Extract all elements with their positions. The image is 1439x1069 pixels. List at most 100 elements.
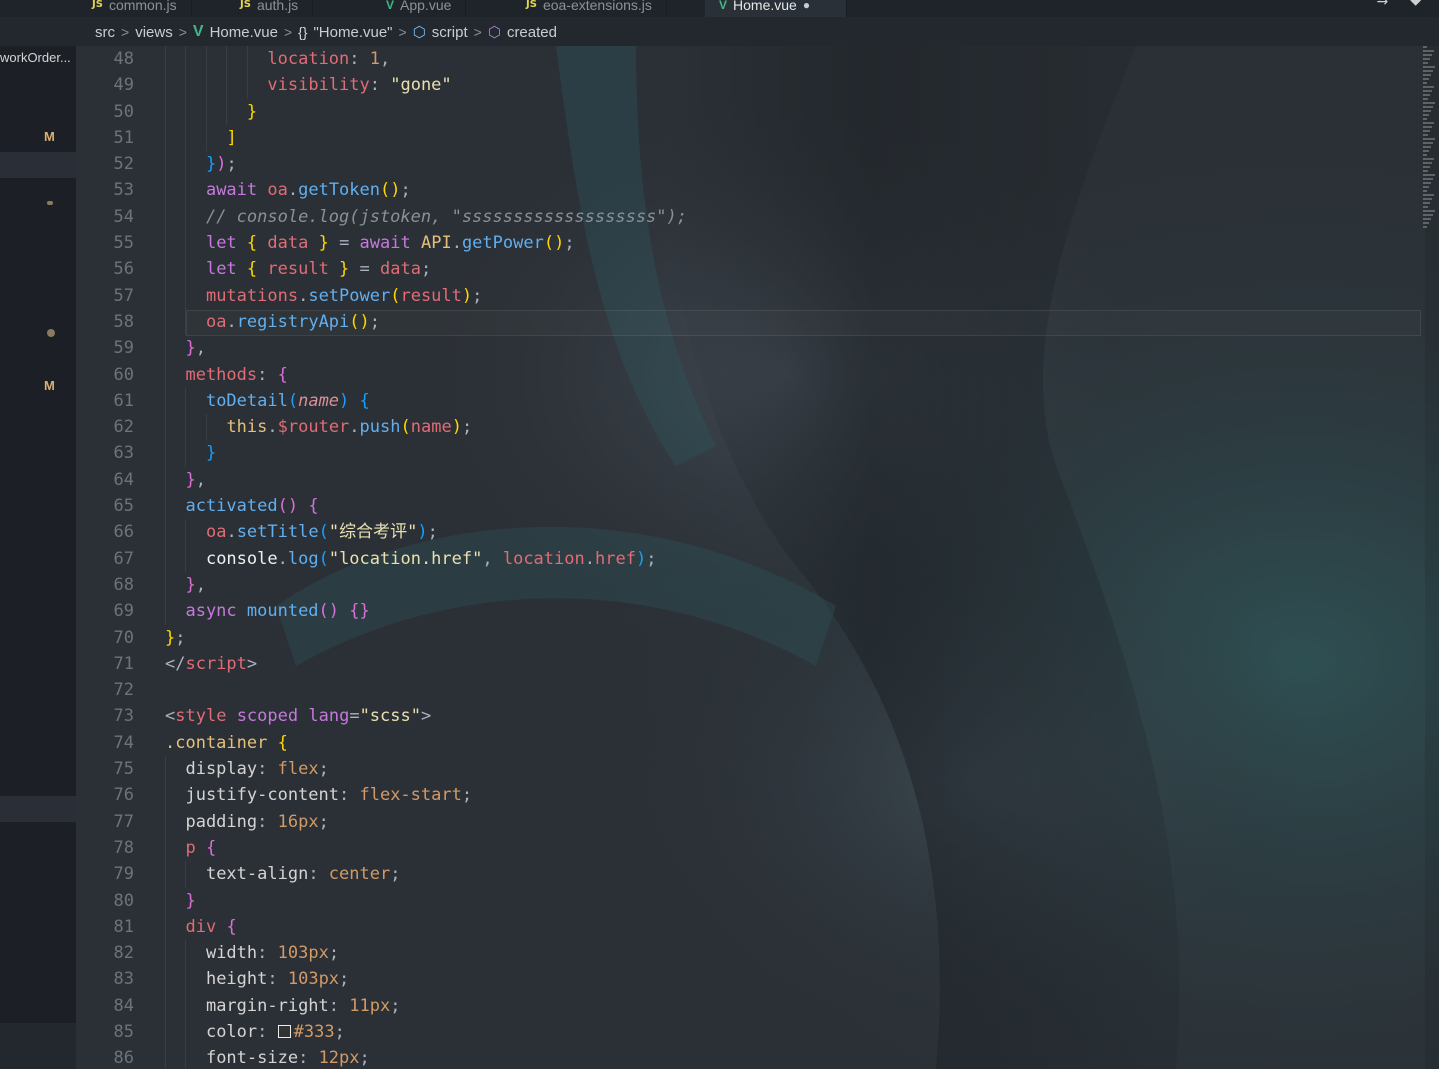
code-token: result <box>400 285 462 306</box>
line-number: 72 <box>113 680 134 701</box>
code-token: activated <box>185 496 278 517</box>
code-line[interactable]: 81 div { <box>76 913 1439 941</box>
breadcrumb-item-views[interactable]: views <box>135 24 173 41</box>
code-line[interactable]: 79 text-align: center; <box>76 861 1439 888</box>
code-line[interactable]: 82 width: 103px; <box>76 940 1439 967</box>
tab-app-vue[interactable]: V App.vue <box>372 0 467 17</box>
vue-file-icon: V <box>386 0 395 12</box>
code-line[interactable]: 58 oa.registryApi(); <box>76 308 1439 336</box>
code-line[interactable]: 84 margin-right: 11px; <box>76 992 1439 1019</box>
code-token: mounted <box>246 601 319 622</box>
code-token: { <box>359 390 370 411</box>
code-line[interactable]: 65 activated() { <box>76 493 1439 520</box>
code-line[interactable]: 52}); <box>76 151 1439 178</box>
close-icon[interactable]: ● <box>803 0 810 12</box>
code-token: ) <box>635 548 647 569</box>
code-line[interactable]: 64}, <box>76 466 1439 494</box>
explorer-selected-row[interactable] <box>0 152 76 178</box>
code-line[interactable]: 76 justify-content: flex-start; <box>76 782 1439 809</box>
code-token: 16px <box>277 811 319 832</box>
code-line[interactable]: 70}; <box>76 625 1439 651</box>
breadcrumb-item-script[interactable]: script <box>432 24 468 41</box>
color-swatch-icon[interactable] <box>277 1024 291 1038</box>
chevron-right-icon: > <box>473 24 482 40</box>
code-line[interactable]: 86 font-size: 12px; <box>76 1045 1439 1069</box>
code-token: ; <box>461 785 473 806</box>
breadcrumb-item-src[interactable]: src <box>95 24 115 41</box>
code-line[interactable]: 49 visibility: "gone" <box>76 72 1439 99</box>
code-text: oa.registryApi(); <box>206 309 380 335</box>
code-token: async <box>185 601 247 622</box>
code-line[interactable]: 68}, <box>76 571 1439 599</box>
code-text: visibility: "gone" <box>267 72 451 98</box>
code-text: activated() { <box>185 493 318 519</box>
tab-eoa-extensions-js[interactable]: JS eoa-extensions.js <box>512 0 667 17</box>
code-line[interactable]: 83 height: 103px; <box>76 966 1439 993</box>
code-line[interactable]: 48 location: 1, <box>76 46 1439 73</box>
split-editor-icon[interactable]: ◆ <box>1410 0 1421 8</box>
code-token: justify-content <box>185 785 339 806</box>
indent-guide <box>185 1045 187 1069</box>
breadcrumb-item-created[interactable]: created <box>507 24 557 41</box>
code-token: { <box>277 732 288 753</box>
compare-icon[interactable]: ⇆ <box>1376 0 1388 8</box>
tab-common-js[interactable]: JS common.js <box>78 0 192 17</box>
code-line[interactable]: 66 oa.setTitle("综合考评"); <box>76 519 1439 546</box>
breadcrumb-item-component[interactable]: "Home.vue" <box>313 24 392 41</box>
code-line[interactable]: 57 mutations.setPower(result); <box>76 282 1439 309</box>
code-line[interactable]: 53 await oa.getToken(); <box>76 177 1439 204</box>
code-line[interactable]: 55 let { data } = await API.getPower(); <box>76 230 1439 257</box>
code-token: ( <box>400 417 411 438</box>
code-line[interactable]: 69 async mounted() {} <box>76 598 1439 625</box>
code-line[interactable]: 54 // console.log(jstoken, "sssssssssssss… <box>76 203 1439 231</box>
line-number: 67 <box>113 548 134 569</box>
code-line[interactable]: 61 toDetail(name) { <box>76 387 1439 415</box>
code-line[interactable]: 67 console.log("location.href", location.… <box>76 545 1439 572</box>
indent-guide <box>185 545 187 572</box>
code-line[interactable]: 74 .container { <box>76 730 1439 756</box>
code-line[interactable]: 73 <style scoped lang="scss"> <box>76 703 1439 729</box>
line-number: 54 <box>113 206 134 227</box>
code-line[interactable]: 75 display: flex; <box>76 756 1439 783</box>
breadcrumb-item-file[interactable]: Home.vue <box>210 24 278 41</box>
code-line[interactable]: 72 <box>76 677 1439 703</box>
minimap-line <box>1423 58 1430 60</box>
code-token: ) <box>451 417 462 438</box>
minimap-line <box>1423 166 1430 168</box>
code-line[interactable]: 80} <box>76 887 1439 914</box>
tab-auth-js[interactable]: JS auth.js <box>226 0 314 17</box>
code-token: name <box>410 417 452 438</box>
code-line[interactable]: 77 padding: 16px; <box>76 808 1439 835</box>
tab-home-vue[interactable]: V Home.vue ● <box>705 0 847 17</box>
code-token: flex-start <box>359 785 462 806</box>
line-number: 75 <box>113 759 134 780</box>
code-line[interactable]: 50} <box>76 98 1439 125</box>
indent-guide <box>165 308 166 336</box>
explorer-file-label[interactable]: workOrder... <box>0 50 71 65</box>
code-line[interactable]: 51] <box>76 124 1439 152</box>
indent-guide <box>165 808 166 835</box>
code-token: "scss" <box>359 706 421 727</box>
code-line[interactable]: 63} <box>76 440 1439 467</box>
code-token: oa <box>205 522 227 543</box>
tab-label: common.js <box>108 0 177 13</box>
vue-file-icon: V <box>719 0 728 12</box>
code-line[interactable]: 78 p { <box>76 834 1439 862</box>
code-line[interactable]: 71 </script> <box>76 651 1439 677</box>
code-line[interactable]: 62 this.$router.push(name); <box>76 414 1439 441</box>
code-token: script <box>185 653 247 674</box>
code-line[interactable]: 56 let { result } = data; <box>76 256 1439 283</box>
js-file-icon: JS <box>526 0 537 10</box>
code-token: visibility <box>267 75 370 96</box>
code-line[interactable]: 60 methods: { <box>76 361 1439 388</box>
minimap-line <box>1423 134 1428 136</box>
line-number: 70 <box>113 627 134 648</box>
indent-guide <box>185 230 187 257</box>
explorer-selected-row[interactable] <box>0 796 76 822</box>
code-line[interactable]: 59}, <box>76 335 1439 362</box>
code-editor[interactable]: 48 location: 1, 49 visibility: "gone" 50} 51]… <box>76 46 1439 1069</box>
minimap[interactable] <box>1423 46 1435 236</box>
code-token: ; <box>318 811 329 832</box>
code-line[interactable]: 85 color: #333; <box>76 1018 1439 1046</box>
